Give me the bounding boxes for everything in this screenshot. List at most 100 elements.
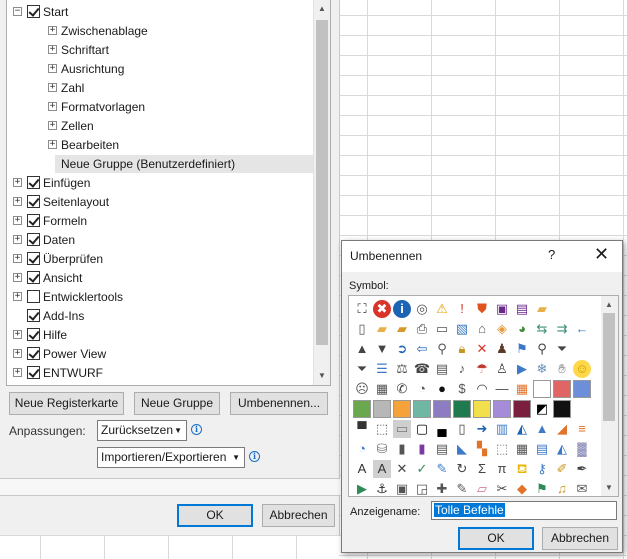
arrow-circle-icon[interactable]: ➜ — [473, 420, 491, 438]
tab-checkbox[interactable] — [27, 233, 40, 246]
anchor-icon[interactable]: ⚓ — [373, 480, 391, 496]
pivot-table-icon[interactable]: ▤ — [533, 440, 551, 458]
clipboard-plus-icon[interactable]: ✚ — [433, 480, 451, 496]
book-icon[interactable]: ▮ — [393, 440, 411, 458]
tab-checkbox[interactable] — [27, 347, 40, 360]
refresh-icon[interactable]: ↻ — [453, 460, 471, 478]
calculator-icon[interactable]: ▦ — [373, 380, 391, 398]
expand-icon[interactable]: + — [48, 45, 57, 54]
tree-scroll-thumb[interactable] — [316, 20, 328, 345]
data-table-icon[interactable]: ▦ — [513, 440, 531, 458]
pennant-icon[interactable]: ⚑ — [533, 480, 551, 496]
gradient-icon[interactable]: ▓ — [573, 440, 591, 458]
tree-item[interactable]: + Überprüfen — [7, 250, 307, 268]
info-icon[interactable]: i — [393, 300, 411, 318]
text-a-icon[interactable]: A — [353, 460, 371, 478]
expand-icon[interactable]: + — [13, 330, 22, 339]
cylinder-icon[interactable]: ⛁ — [373, 440, 391, 458]
tab-checkbox[interactable] — [27, 176, 40, 189]
pie-cube-icon[interactable]: ◔ — [353, 440, 371, 458]
dark-red-icon[interactable] — [513, 400, 531, 418]
layout-gray-icon[interactable]: ▭ — [393, 420, 411, 438]
arrow-left-icon[interactable]: ← — [573, 320, 591, 338]
rename-ok-button[interactable]: OK — [458, 527, 534, 550]
bar-cone-icon[interactable]: ▲ — [533, 420, 551, 438]
colors-icon[interactable]: ◆ — [513, 480, 531, 496]
purple-icon[interactable] — [433, 400, 451, 418]
eight-ball-icon[interactable]: ● — [433, 380, 451, 398]
book-purple-icon[interactable]: ▮ — [413, 440, 431, 458]
tree-item[interactable]: + Formatvorlagen — [7, 98, 307, 116]
tree-item[interactable]: + Seitenlayout — [7, 193, 307, 211]
contacts-icon[interactable]: ☎ — [413, 360, 431, 378]
info-icon[interactable]: i — [249, 451, 260, 462]
expand-icon[interactable]: + — [13, 292, 22, 301]
presenter-icon[interactable]: ♙ — [493, 360, 511, 378]
tree-item[interactable]: Add-Ins — [7, 307, 307, 325]
tab-checkbox[interactable] — [27, 5, 40, 18]
tree-item[interactable]: + Hilfe — [7, 326, 307, 344]
info-icon[interactable]: i — [191, 424, 202, 435]
arrow-right-circle-icon[interactable]: ➲ — [393, 340, 411, 358]
layers-icon[interactable]: ◈ — [493, 320, 511, 338]
chart-mountain-icon[interactable]: ◭ — [513, 420, 531, 438]
ribbon-tree[interactable]: − Start + Zwischenablage + Schriftart + Ausrich… — [6, 0, 331, 386]
expand-icon[interactable]: + — [13, 216, 22, 225]
tree-item[interactable]: + Zellen — [7, 117, 307, 135]
scroll-up-icon[interactable]: ▲ — [314, 0, 330, 17]
help-icon[interactable]: ? — [548, 247, 555, 262]
dotted-grid-icon[interactable]: ⬚ — [493, 440, 511, 458]
brush-icon[interactable]: ✐ — [553, 460, 571, 478]
square-red-icon[interactable] — [553, 380, 571, 398]
save-stack-icon[interactable]: ▤ — [513, 300, 531, 318]
warning-icon[interactable]: ⚠ — [433, 300, 451, 318]
layout-border-icon[interactable]: ▢ — [413, 420, 431, 438]
color-blocks-icon[interactable]: ▦ — [513, 380, 531, 398]
triangle-up-icon[interactable]: ▲ — [353, 340, 371, 358]
rename-button[interactable]: Umbenennen... — [230, 392, 328, 415]
tab-checkbox[interactable] — [27, 328, 40, 341]
layout-white-icon[interactable]: ▯ — [453, 420, 471, 438]
key-search-icon[interactable]: ⚷ — [533, 460, 551, 478]
expand-icon[interactable]: + — [48, 64, 57, 73]
triangle-rise-icon[interactable]: ◢ — [553, 420, 571, 438]
expand-icon[interactable]: + — [48, 26, 57, 35]
dark-green-icon[interactable] — [453, 400, 471, 418]
hand-icon[interactable]: ✋︎ — [553, 360, 571, 378]
paint-bucket-icon[interactable]: ⛾ — [513, 460, 531, 478]
expand-icon[interactable]: + — [13, 254, 22, 263]
picture-icon[interactable]: ▧ — [453, 320, 471, 338]
list-check-icon[interactable]: ☰ — [373, 360, 391, 378]
tab-checkbox[interactable] — [27, 385, 40, 386]
expand-icon[interactable]: + — [13, 235, 22, 244]
snowflake-icon[interactable]: ❄ — [533, 360, 551, 378]
square-blue-icon[interactable] — [573, 380, 591, 398]
ok-button[interactable]: OK — [177, 504, 253, 527]
teal-icon[interactable] — [413, 400, 431, 418]
tree-item[interactable]: + ENTWURF — [7, 364, 307, 382]
shapes-icon[interactable]: ◲ — [413, 480, 431, 496]
orange-icon[interactable] — [393, 400, 411, 418]
smiley-icon[interactable]: ☺ — [573, 360, 591, 378]
expand-icon[interactable]: + — [48, 83, 57, 92]
chart-bars-orange-icon[interactable]: ≡ — [573, 420, 591, 438]
expand-icon[interactable]: + — [48, 102, 57, 111]
arrows-right-icon[interactable]: ⇉ — [553, 320, 571, 338]
reset-dropdown[interactable]: Zurücksetzen ▼ — [97, 420, 187, 441]
flag-chart-icon[interactable]: ⚑ — [513, 340, 531, 358]
pushpin-icon[interactable]: ⚲ — [433, 340, 451, 358]
gray-icon[interactable] — [373, 400, 391, 418]
tab-checkbox[interactable] — [27, 271, 40, 284]
close-icon[interactable]: ✕ — [594, 244, 609, 265]
layout-half-icon[interactable]: ▄ — [433, 420, 451, 438]
display-name-input[interactable]: Tolle Befehle — [431, 501, 617, 520]
eye-icon[interactable]: ◠ — [473, 380, 491, 398]
video-icon[interactable]: ▶ — [513, 360, 531, 378]
symbol-grid-scroll-thumb[interactable] — [603, 313, 615, 421]
scissors-icon[interactable]: ✂ — [493, 480, 511, 496]
arrow-left-circle-icon[interactable]: ⇦ — [413, 340, 431, 358]
x-mark-icon[interactable]: ✕ — [393, 460, 411, 478]
tab-checkbox[interactable] — [27, 195, 40, 208]
expand-icon[interactable]: + — [13, 349, 22, 358]
toolbox-icon[interactable]: ▣ — [393, 480, 411, 496]
